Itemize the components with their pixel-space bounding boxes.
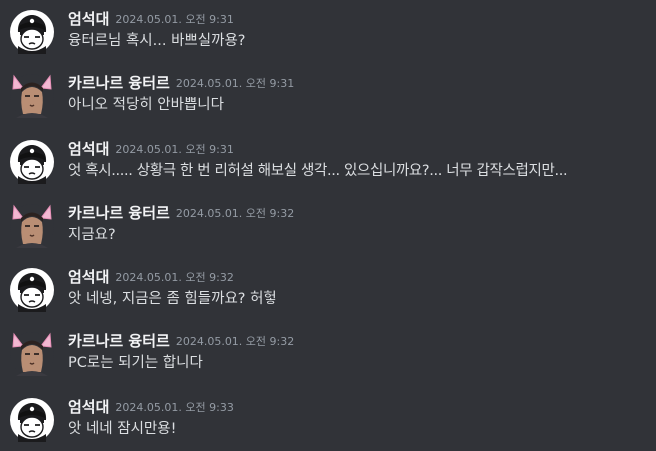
- chat-message: 카르나르 융터르 2024.05.01. 오전 9:32 PC로는 되기는 합니다: [0, 330, 656, 392]
- author-name[interactable]: 엄석대: [68, 268, 109, 286]
- message-header: 카르나르 융터르 2024.05.01. 오전 9:32: [68, 202, 294, 224]
- cartoon-boy-cap-avatar-icon[interactable]: [10, 398, 54, 442]
- message-header: 카르나르 융터르 2024.05.01. 오전 9:31: [68, 72, 294, 94]
- cartoon-boy-cap-avatar-icon[interactable]: [10, 140, 54, 184]
- chat-message: 엄석대 2024.05.01. 오전 9:32 앗 네넹, 지금은 좀 힘들까요?…: [0, 266, 656, 328]
- chat-message: 엄석대 2024.05.01. 오전 9:31 엇 혹시..... 상황극 한 번…: [0, 138, 656, 200]
- author-name[interactable]: 카르나르 융터르: [68, 332, 170, 350]
- man-with-cat-ears-avatar-icon[interactable]: [10, 74, 54, 118]
- message-content: 지금요?: [68, 227, 116, 243]
- author-name[interactable]: 카르나르 융터르: [68, 74, 170, 92]
- message-content: 융터르님 혹시... 바쁘실까용?: [68, 33, 246, 49]
- chat-message: 카르나르 융터르 2024.05.01. 오전 9:31 아니오 적당히 안바쁩니…: [0, 72, 656, 134]
- message-timestamp: 2024.05.01. 오전 9:31: [115, 13, 234, 26]
- message-content: PC로는 되기는 합니다: [68, 355, 203, 371]
- man-with-cat-ears-avatar-icon[interactable]: [10, 204, 54, 248]
- message-timestamp: 2024.05.01. 오전 9:31: [115, 143, 234, 156]
- message-content: 앗 네넹, 지금은 좀 힘들까요? 허헣: [68, 291, 277, 307]
- cartoon-boy-cap-avatar-icon[interactable]: [10, 10, 54, 54]
- message-timestamp: 2024.05.01. 오전 9:32: [175, 335, 295, 348]
- message-timestamp: 2024.05.01. 오전 9:31: [175, 77, 295, 90]
- message-timestamp: 2024.05.01. 오전 9:33: [115, 401, 234, 414]
- message-timestamp: 2024.05.01. 오전 9:32: [115, 271, 234, 284]
- message-header: 엄석대 2024.05.01. 오전 9:31: [68, 138, 234, 160]
- author-name[interactable]: 엄석대: [68, 140, 109, 158]
- author-name[interactable]: 엄석대: [68, 398, 109, 416]
- message-timestamp: 2024.05.01. 오전 9:32: [175, 207, 295, 220]
- message-header: 엄석대 2024.05.01. 오전 9:32: [68, 266, 234, 288]
- message-content: 엇 혹시..... 상황극 한 번 리허설 해보실 생각... 있으십니까요?.…: [68, 163, 568, 179]
- cartoon-boy-cap-avatar-icon[interactable]: [10, 268, 54, 312]
- chat-message-list: 엄석대 2024.05.01. 오전 9:31 융터르님 혹시... 바쁘실까용?…: [0, 0, 656, 451]
- chat-message: 카르나르 융터르 2024.05.01. 오전 9:32 지금요?: [0, 202, 656, 264]
- message-header: 엄석대 2024.05.01. 오전 9:31: [68, 8, 234, 30]
- chat-message: 엄석대 2024.05.01. 오전 9:33 앗 네네 잠시만용!: [0, 396, 656, 451]
- message-header: 엄석대 2024.05.01. 오전 9:33: [68, 396, 234, 418]
- man-with-cat-ears-avatar-icon[interactable]: [10, 332, 54, 376]
- author-name[interactable]: 카르나르 융터르: [68, 204, 170, 222]
- message-content: 앗 네네 잠시만용!: [68, 421, 177, 437]
- author-name[interactable]: 엄석대: [68, 10, 109, 28]
- message-content: 아니오 적당히 안바쁩니다: [68, 97, 224, 113]
- chat-message: 엄석대 2024.05.01. 오전 9:31 융터르님 혹시... 바쁘실까용?: [0, 8, 656, 70]
- message-header: 카르나르 융터르 2024.05.01. 오전 9:32: [68, 330, 294, 352]
